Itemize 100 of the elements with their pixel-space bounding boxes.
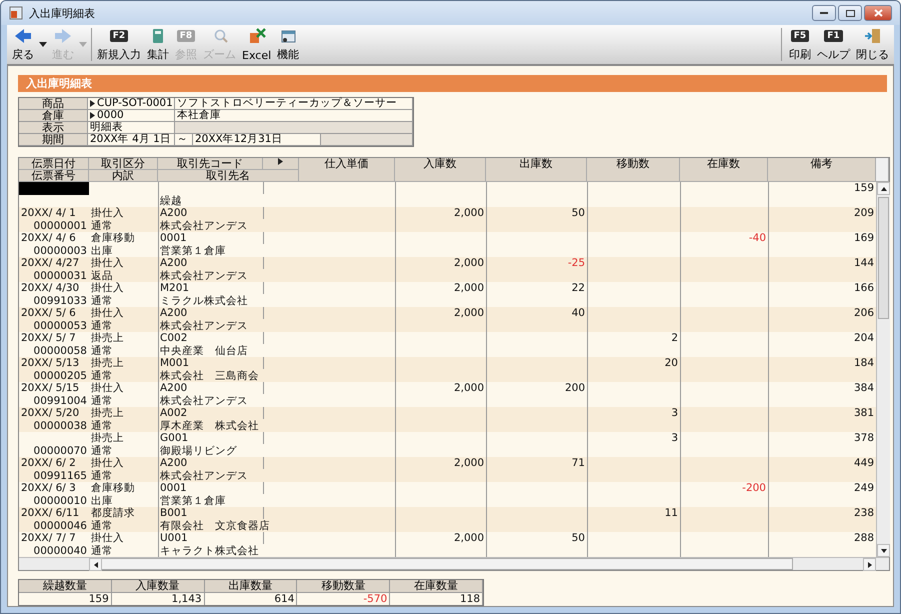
number-cell-text: 2,000 <box>452 457 485 470</box>
up-arrow-icon <box>880 186 886 190</box>
summary-value: 159 <box>19 593 112 605</box>
date-cell[interactable]: 20XX/ 5/ 6 <box>19 307 89 320</box>
maximize-button[interactable] <box>838 5 862 22</box>
table-row[interactable]: 20XX/ 5/20 00000038 掛売上 通常 A002 厚木産業 株式会社 3 381 <box>19 407 876 432</box>
table-row[interactable]: 繰越 159 <box>19 182 876 207</box>
date-cell[interactable]: 20XX/ 6/11 <box>19 507 89 520</box>
scroll-thumb[interactable] <box>878 197 889 319</box>
toolbar-button[interactable]: 機能 <box>274 25 302 64</box>
vertical-scrollbar[interactable] <box>876 182 890 557</box>
minimize-button[interactable] <box>812 5 836 22</box>
slip-number-cell-text: 00000003 <box>32 244 88 257</box>
number-cell-text: 449 <box>852 457 875 470</box>
table-row[interactable]: 20XX/ 4/27 00000031 掛仕入 返品 A200 株式会社アンデス 2,000 -25 144 <box>19 257 876 282</box>
scroll-down-button[interactable] <box>877 544 890 557</box>
toolbar-button[interactable]: 集計 <box>144 25 172 64</box>
number-cell-text: 204 <box>852 332 875 344</box>
table-row[interactable]: 20XX/ 5/ 7 00000058 掛売上 通常 C002 中央産業 仙台店 2 204 <box>19 332 876 357</box>
horizontal-scrollbar[interactable] <box>19 557 889 570</box>
number-cell-text: 381 <box>852 407 875 420</box>
warehouse-code-field[interactable]: 0000 <box>88 110 175 122</box>
table-row[interactable]: 20XX/ 5/13 00000205 掛売上 通常 M001 株式会社 三島商会 20 184 <box>19 357 876 382</box>
partner-name-cell-text: 繰越 <box>159 194 183 207</box>
header-cell[interactable] <box>263 158 299 170</box>
date-cell[interactable]: 20XX/ 6/ 3 <box>19 482 89 494</box>
number-cell-text: 11 <box>664 507 679 520</box>
date-cell[interactable]: 20XX/ 4/ 1 <box>19 207 89 220</box>
table-row[interactable]: 20XX/ 4/ 1 00000001 掛仕入 通常 A200 株式会社アンデス 2,000 50 209 <box>19 207 876 232</box>
number-cell-text: 2,000 <box>452 282 485 294</box>
toolbar-button[interactable]: 閉じる <box>853 25 892 64</box>
period-from-field[interactable]: 20XX年 4月 1日 <box>88 134 175 146</box>
trade-type-cell-text: 掛仕入 <box>90 207 125 220</box>
table-row[interactable]: 20XX/ 4/30 00991033 掛仕入 通常 M201 ミラクル株式会社 2,000 22 166 <box>19 282 876 307</box>
table-row[interactable]: 20XX/ 6/ 3 00000010 倉庫移動 出庫 0001 営業第１倉庫 -200 249 <box>19 482 876 507</box>
date-cell[interactable]: 20XX/ 4/27 <box>19 257 89 270</box>
detail-cell-text: 出庫 <box>90 494 114 507</box>
slip-number-cell-text: 00000031 <box>32 270 88 282</box>
partner-code-cell-text: G001 <box>159 432 190 444</box>
trade-type-cell-text: 倉庫移動 <box>90 482 136 494</box>
number-cell-text: 209 <box>852 207 875 220</box>
spreadsheet-export-icon <box>248 28 266 44</box>
scroll-left-button[interactable] <box>89 558 102 571</box>
trade-type-cell-text: 掛仕入 <box>90 257 125 270</box>
period-separator: ～ <box>177 134 188 145</box>
condition-label: 商品 <box>19 98 88 110</box>
summary-value: -570 <box>297 593 390 605</box>
trade-type-cell-text: 掛仕入 <box>90 282 125 294</box>
scroll-thumb[interactable] <box>102 558 793 570</box>
table-row[interactable]: 20XX/ 7/ 7 00000040 掛仕入 通常 U001 キャラクト株式会社 2,000 50 288 <box>19 532 876 557</box>
partner-code-cell-text: A200 <box>159 307 188 320</box>
window-icon <box>279 28 298 44</box>
slip-number-cell-text: 00000070 <box>32 444 88 457</box>
date-cell[interactable]: 20XX/ 5/15 <box>19 382 89 394</box>
date-cell[interactable]: 20XX/ 5/20 <box>19 407 89 420</box>
detail-cell-text: 通常 <box>90 320 114 332</box>
toolbar-button[interactable]: F2 新規入力 <box>94 25 144 64</box>
partner-code-cell-text: C002 <box>159 332 188 344</box>
trade-type-cell-text: 掛売上 <box>90 357 125 370</box>
detail-cell-text: 通常 <box>90 344 114 357</box>
date-cell[interactable]: 20XX/ 4/30 <box>19 282 89 294</box>
date-cell[interactable]: 20XX/ 7/ 7 <box>19 532 89 544</box>
detail-cell-text: 返品 <box>90 270 114 282</box>
number-cell-text: 2,000 <box>452 307 485 320</box>
toolbar-button[interactable]: Excel <box>239 25 274 64</box>
product-name-field: ソフトストロベリーティーカップ＆ソーサー <box>175 98 413 110</box>
scroll-right-button[interactable] <box>863 558 876 571</box>
toolbar-button[interactable]: 戻る <box>9 25 37 64</box>
table-row[interactable]: 20XX/ 6/ 2 00991165 掛仕入 通常 A200 株式会社アンデス 2,000 71 449 <box>19 457 876 482</box>
display-field[interactable]: 明細表 <box>88 122 175 134</box>
number-cell-text: 144 <box>852 257 875 270</box>
date-cell[interactable]: 20XX/ 4/ 6 <box>19 232 89 244</box>
trade-type-cell-text: 倉庫移動 <box>90 232 136 244</box>
summary-header: 移動数量 <box>297 580 390 593</box>
exit-door-icon <box>864 28 882 44</box>
slip-number-cell-text: 00991165 <box>32 470 88 482</box>
table-row[interactable]: 20XX/ 6/11 00000046 都度請求 通常 B001 有限会社 文京食器店 11 238 <box>19 507 876 532</box>
trade-type-cell-text: 掛売上 <box>90 332 125 344</box>
table-row[interactable]: 20XX/ 5/15 00991004 掛仕入 通常 A200 株式会社アンデス 2,000 200 384 <box>19 382 876 407</box>
table-row[interactable]: 20XX/ 4/ 6 00000003 倉庫移動 出庫 0001 営業第１倉庫 -40 169 <box>19 232 876 257</box>
table-row[interactable]: 20XX/ 5/ 6 00000053 掛仕入 通常 A200 株式会社アンデス 2,000 40 206 <box>19 307 876 332</box>
number-cell-text: 249 <box>852 482 875 494</box>
number-cell-text: 384 <box>852 382 875 394</box>
date-cell[interactable]: 20XX/ 5/13 <box>19 357 89 370</box>
toolbar-button[interactable]: F5 印刷 <box>786 25 814 64</box>
number-cell-text: 238 <box>852 507 875 520</box>
close-button[interactable] <box>864 5 892 22</box>
product-code-field[interactable]: CUP-SOT-0001 <box>88 98 175 110</box>
number-cell-text: 166 <box>852 282 875 294</box>
window-title: 入出庫明細表 <box>29 6 95 21</box>
toolbar-button[interactable]: F1 ヘルプ <box>814 25 853 64</box>
partner-name-cell-text: キャラクト株式会社 <box>159 544 260 557</box>
column-header: 取引先コード <box>158 158 263 170</box>
scroll-up-button[interactable] <box>877 182 890 195</box>
summary-header: 入庫数量 <box>112 580 205 593</box>
period-to-field[interactable]: 20XX年12月31日 <box>193 134 321 146</box>
detail-cell-text: 通常 <box>90 470 114 482</box>
date-cell[interactable]: 20XX/ 6/ 2 <box>19 457 89 470</box>
slip-number-cell-text: 00000040 <box>32 544 88 557</box>
date-cell[interactable]: 20XX/ 5/ 7 <box>19 332 89 344</box>
